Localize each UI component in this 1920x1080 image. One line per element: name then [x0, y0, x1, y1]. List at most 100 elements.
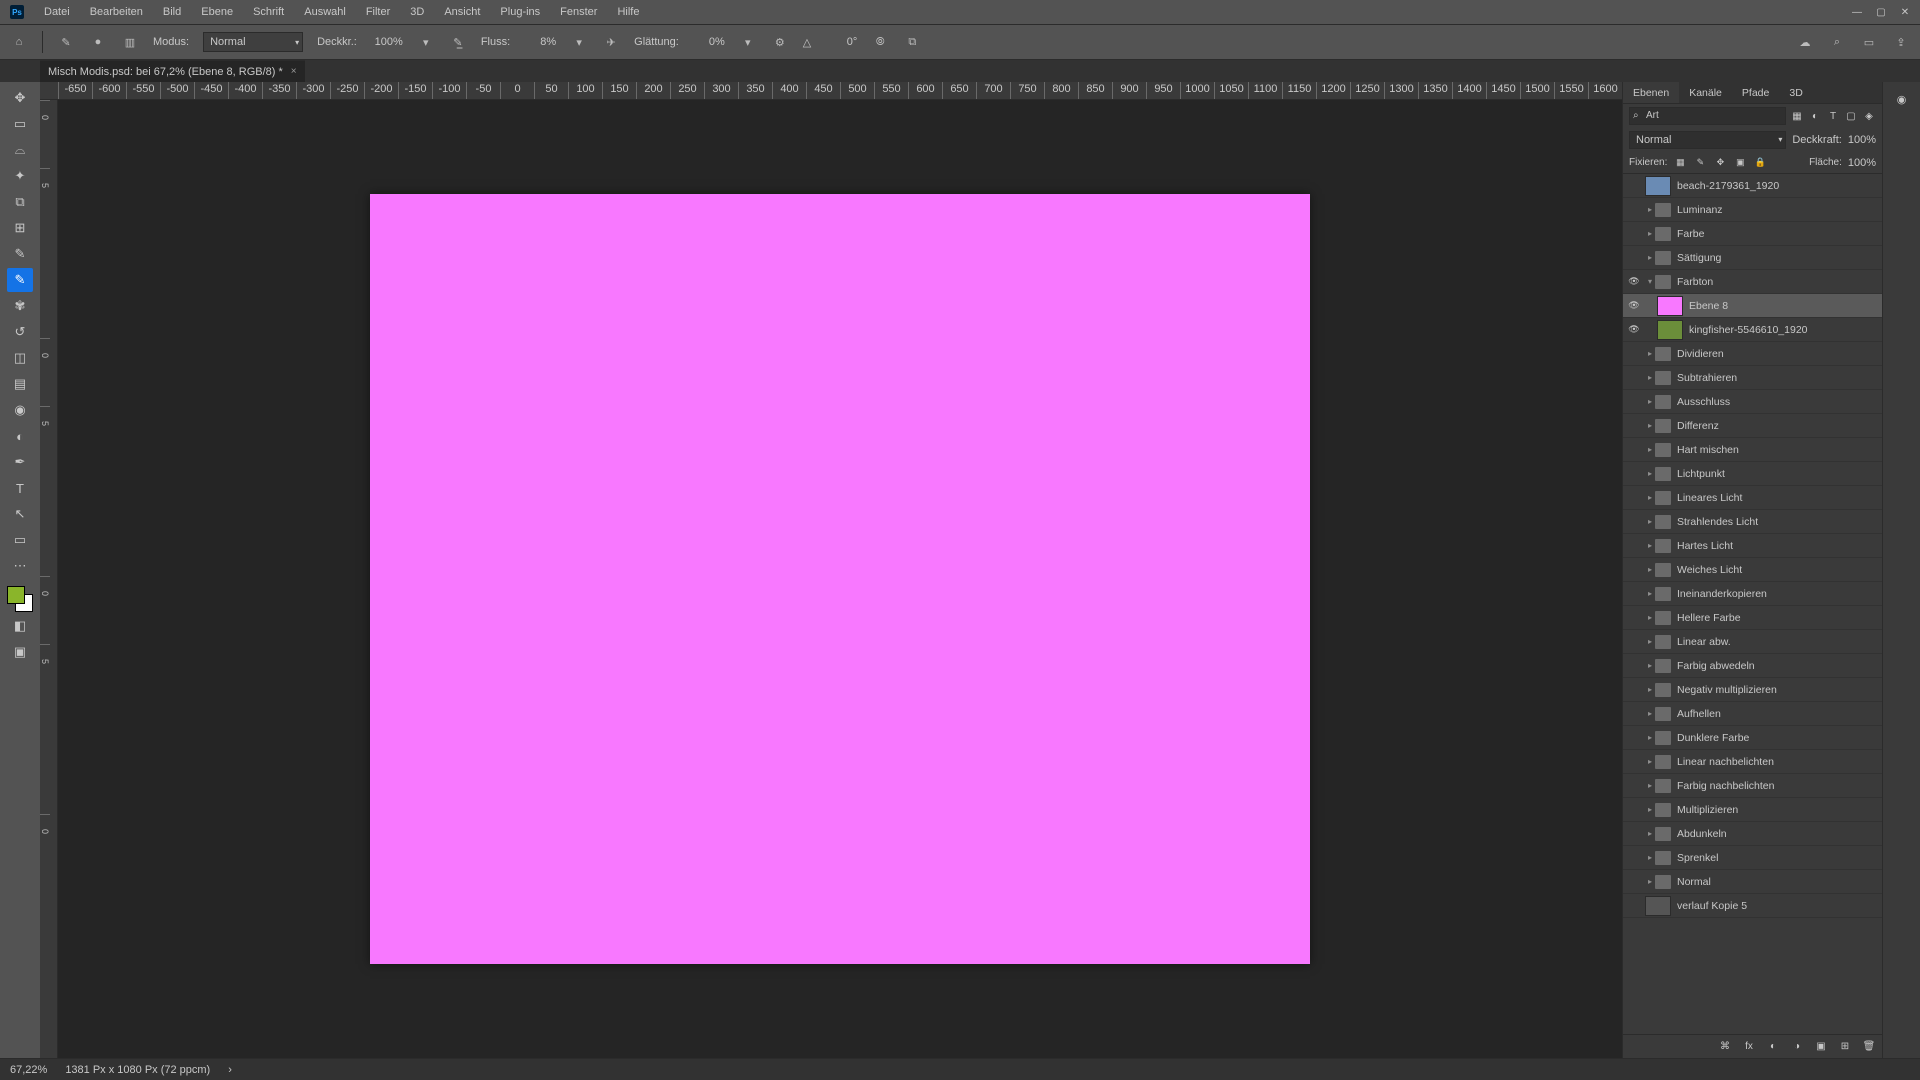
layer-name[interactable]: Linear abw. — [1677, 636, 1731, 648]
layer-row[interactable]: ▸ Abdunkeln — [1623, 822, 1882, 846]
crop-tool[interactable]: ⧉ — [7, 190, 33, 214]
layer-name[interactable]: Farbig nachbelichten — [1677, 780, 1774, 792]
adjustment-layer-icon[interactable]: ◑ — [1790, 1041, 1804, 1052]
brush-tool-icon[interactable]: ✎ — [57, 33, 75, 51]
layer-row[interactable]: ▸Weiches Licht — [1623, 558, 1882, 582]
chevron-icon[interactable]: ▸ — [1645, 205, 1655, 214]
layer-row[interactable]: beach-2179361_1920 — [1623, 174, 1882, 198]
filter-adjust-icon[interactable]: ◐ — [1808, 109, 1822, 123]
layer-mask-icon[interactable]: ◐ — [1766, 1041, 1780, 1052]
move-tool[interactable]: ✥ — [7, 86, 33, 110]
layer-name[interactable]: Ineinanderkopieren — [1677, 588, 1767, 600]
layer-row[interactable]: ▸ Hartes Licht — [1623, 534, 1882, 558]
filter-shape-icon[interactable]: ▢ — [1844, 109, 1858, 123]
layer-row[interactable]: verlauf Kopie 5 — [1623, 894, 1882, 918]
chevron-icon[interactable]: ▸ — [1645, 805, 1655, 814]
brush-panel-icon[interactable]: ▥ — [121, 33, 139, 51]
chevron-icon[interactable]: ▸ — [1645, 445, 1655, 454]
type-tool[interactable]: T — [7, 476, 33, 500]
layer-thumbnail[interactable] — [1657, 296, 1683, 316]
layer-thumbnail[interactable] — [1645, 176, 1671, 196]
smoothing-options-icon[interactable]: ⚙ — [771, 33, 789, 51]
group-layers-icon[interactable]: ▣ — [1814, 1041, 1828, 1052]
layer-name[interactable]: Hart mischen — [1677, 444, 1739, 456]
panel-tab-3d[interactable]: 3D — [1779, 82, 1812, 103]
tab-close-icon[interactable]: × — [291, 66, 297, 77]
search-icon[interactable]: ⌕ — [1828, 33, 1846, 51]
gradient-tool[interactable]: ▤ — [7, 372, 33, 396]
layer-name[interactable]: Linear nachbelichten — [1677, 756, 1774, 768]
chevron-icon[interactable]: ▸ — [1645, 565, 1655, 574]
menu-filter[interactable]: Filter — [356, 2, 400, 22]
pen-tool[interactable]: ✒ — [7, 450, 33, 474]
frame-tool[interactable]: ⊞ — [7, 216, 33, 240]
foreground-color-swatch[interactable] — [7, 586, 25, 604]
marquee-tool[interactable]: ▭ — [7, 112, 33, 136]
path-tool[interactable]: ↖ — [7, 502, 33, 526]
panel-tab-ebenen[interactable]: Ebenen — [1623, 82, 1679, 103]
layer-name[interactable]: Strahlendes Licht — [1677, 516, 1758, 528]
panel-tab-kanäle[interactable]: Kanäle — [1679, 82, 1732, 103]
layer-name[interactable]: Sprenkel — [1677, 852, 1718, 864]
lock-all-icon[interactable]: 🔒 — [1753, 156, 1767, 170]
history-brush-tool[interactable]: ↺ — [7, 320, 33, 344]
lasso-tool[interactable]: ⌓ — [7, 138, 33, 162]
layer-row[interactable]: ▸Sättigung — [1623, 246, 1882, 270]
layer-name[interactable]: Ebene 8 — [1689, 300, 1728, 312]
layer-row[interactable]: ▸Multiplizieren — [1623, 798, 1882, 822]
fill-value[interactable]: 100% — [1848, 157, 1876, 169]
menu-plug-ins[interactable]: Plug-ins — [490, 2, 550, 22]
document-tab[interactable]: Misch Modis.psd: bei 67,2% (Ebene 8, RGB… — [40, 60, 305, 82]
layer-name[interactable]: Farbig abwedeln — [1677, 660, 1755, 672]
layer-name[interactable]: kingfisher-5546610_1920 — [1689, 324, 1808, 336]
info-chevron-icon[interactable]: › — [228, 1064, 232, 1076]
layer-name[interactable]: Hartes Licht — [1677, 540, 1733, 552]
blend-mode-select[interactable]: Normal — [203, 32, 303, 52]
chevron-icon[interactable]: ▸ — [1645, 661, 1655, 670]
layer-name[interactable]: Lichtpunkt — [1677, 468, 1725, 480]
maximize-button[interactable]: ▢ — [1870, 4, 1892, 20]
layer-row[interactable]: ▸Lineares Licht — [1623, 486, 1882, 510]
layer-name[interactable]: Farbton — [1677, 276, 1713, 288]
document-info[interactable]: 1381 Px x 1080 Px (72 ppcm) — [65, 1064, 210, 1076]
menu-hilfe[interactable]: Hilfe — [607, 2, 649, 22]
lock-artboard-icon[interactable]: ▣ — [1733, 156, 1747, 170]
layer-row[interactable]: ▸Sprenkel — [1623, 846, 1882, 870]
menu-datei[interactable]: Datei — [34, 2, 80, 22]
layer-blend-mode-select[interactable]: Normal — [1629, 131, 1786, 149]
layer-row[interactable]: ▸Linear nachbelichten — [1623, 750, 1882, 774]
layer-row[interactable]: ▸Hellere Farbe — [1623, 606, 1882, 630]
angle-value[interactable]: 0° — [825, 36, 857, 48]
layer-opacity-value[interactable]: 100% — [1848, 134, 1876, 146]
layer-row[interactable]: 👁▾Farbton — [1623, 270, 1882, 294]
home-icon[interactable]: ⌂ — [10, 33, 28, 51]
filter-type-icon[interactable]: T — [1826, 109, 1840, 123]
document-canvas[interactable] — [370, 194, 1310, 964]
layer-row[interactable]: ▸Aufhellen — [1623, 702, 1882, 726]
layer-name[interactable]: beach-2179361_1920 — [1677, 180, 1779, 192]
chevron-icon[interactable]: ▸ — [1645, 253, 1655, 262]
lock-position-icon[interactable]: ✥ — [1713, 156, 1727, 170]
menu-auswahl[interactable]: Auswahl — [294, 2, 356, 22]
zoom-level[interactable]: 67,22% — [10, 1064, 47, 1076]
lock-pixels-icon[interactable]: ✎ — [1693, 156, 1707, 170]
layer-row[interactable]: ▸ Farbig abwedeln — [1623, 654, 1882, 678]
layer-name[interactable]: Abdunkeln — [1677, 828, 1727, 840]
layer-name[interactable]: Farbe — [1677, 228, 1704, 240]
menu-ansicht[interactable]: Ansicht — [434, 2, 490, 22]
layer-row[interactable]: ▸Ineinanderkopieren — [1623, 582, 1882, 606]
chevron-icon[interactable]: ▸ — [1645, 229, 1655, 238]
layer-row[interactable]: ▸Linear abw. — [1623, 630, 1882, 654]
magic-wand-tool[interactable]: ✦ — [7, 164, 33, 188]
layer-name[interactable]: Differenz — [1677, 420, 1719, 432]
dodge-tool[interactable]: ◐ — [7, 424, 33, 448]
flow-dropdown-icon[interactable]: ▾ — [570, 33, 588, 51]
layer-fx-icon[interactable]: fx — [1742, 1041, 1756, 1052]
eraser-tool[interactable]: ◫ — [7, 346, 33, 370]
chevron-icon[interactable]: ▸ — [1645, 829, 1655, 838]
eyedropper-tool[interactable]: ✎ — [7, 242, 33, 266]
smoothing-dropdown-icon[interactable]: ▾ — [739, 33, 757, 51]
chevron-icon[interactable]: ▸ — [1645, 541, 1655, 550]
pressure-opacity-icon[interactable]: ✎̲ — [449, 33, 467, 51]
minimize-button[interactable]: — — [1846, 4, 1868, 20]
